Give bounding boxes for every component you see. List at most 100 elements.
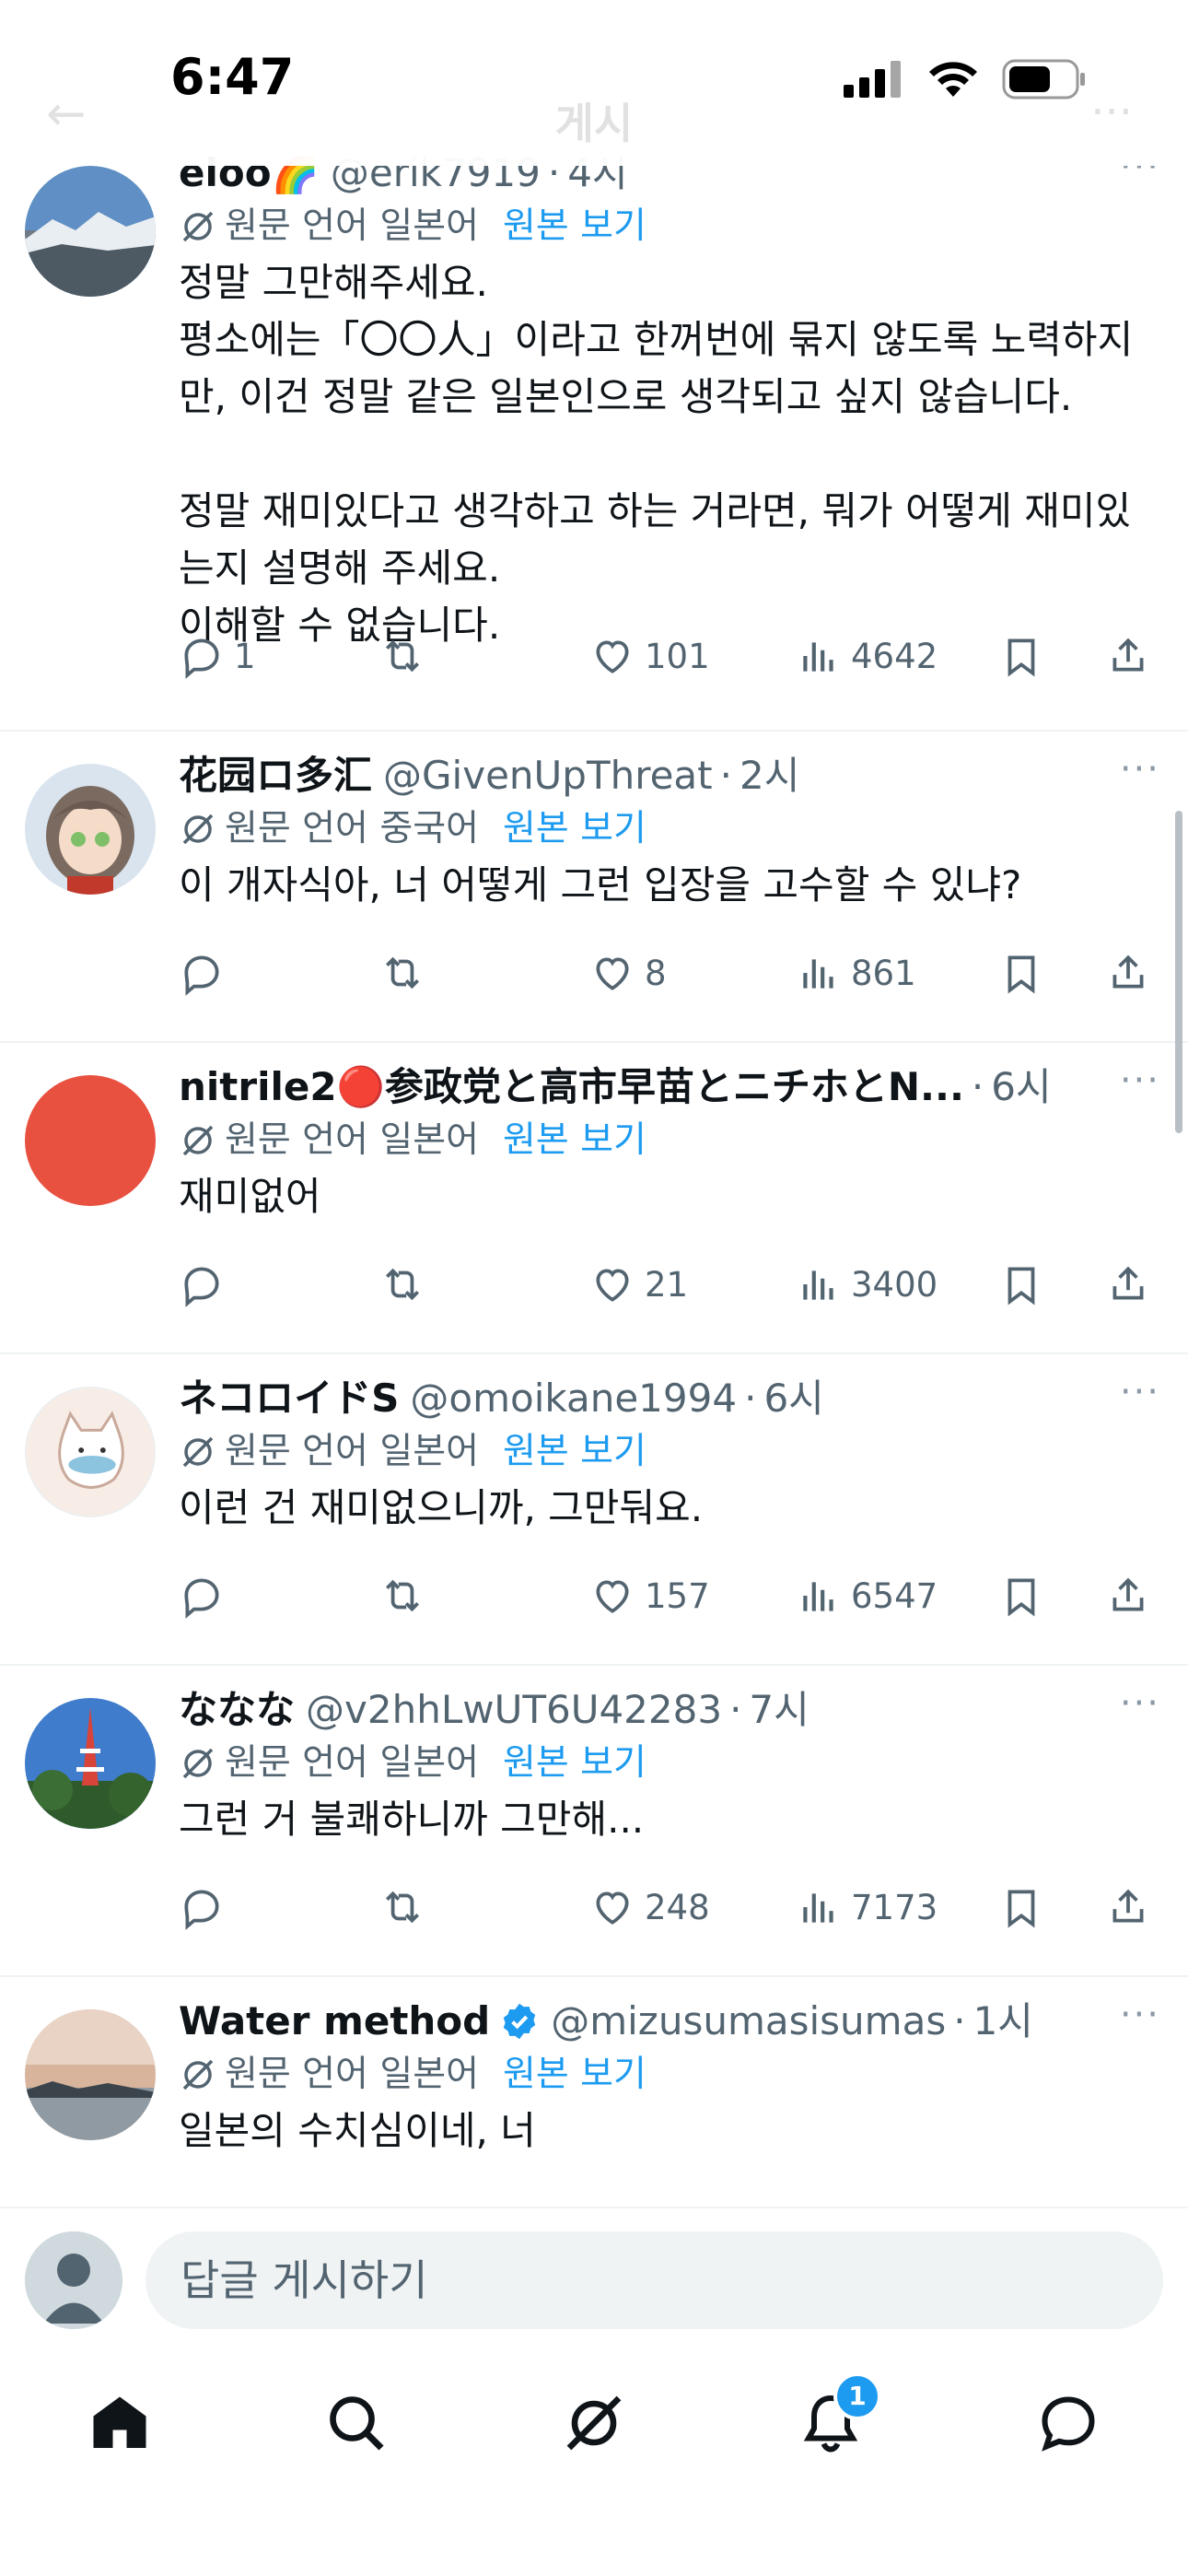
- post-more-icon[interactable]: ···: [1120, 1682, 1160, 1725]
- translation-prefix: 원문 언어: [225, 808, 368, 849]
- bookmark-button[interactable]: [998, 633, 1044, 679]
- reply-post[interactable]: Water method @mizusumasisumas · 1시 원문 언어…: [0, 1977, 1188, 2207]
- author-name[interactable]: nitrile2🔴参政党と高市早苗とニチホとN...: [179, 1061, 964, 1113]
- reply-feed[interactable]: eloo🌈 @erik7919 · 4시 원문 언어 일본어 원본 보기 정말 …: [0, 157, 1188, 2207]
- translate-icon: [182, 814, 214, 845]
- post-more-icon[interactable]: ···: [1120, 1060, 1160, 1102]
- reply-button[interactable]: 1: [179, 633, 256, 679]
- author-handle[interactable]: @omoikane1994: [410, 1373, 737, 1424]
- view-original-link[interactable]: 원본 보기: [503, 1424, 646, 1480]
- avatar[interactable]: [25, 1075, 156, 1206]
- tab-search[interactable]: [315, 2382, 398, 2465]
- avatar[interactable]: [25, 2009, 156, 2140]
- tab-home[interactable]: [78, 2382, 161, 2465]
- author-name[interactable]: ななな: [179, 1684, 295, 1736]
- share-button[interactable]: [1105, 1884, 1151, 1930]
- separator-dot: ·: [729, 1687, 742, 1732]
- avatar-image: [25, 764, 156, 895]
- view-original-link[interactable]: 원본 보기: [503, 1113, 646, 1168]
- bookmark-icon: [1007, 1267, 1035, 1306]
- reply-post[interactable]: eloo🌈 @erik7919 · 4시 원문 언어 일본어 원본 보기 정말 …: [0, 157, 1188, 732]
- tab-messages[interactable]: [1027, 2382, 1110, 2465]
- like-button[interactable]: 101: [589, 633, 710, 679]
- author-name[interactable]: Water method: [179, 1996, 490, 2047]
- author-name[interactable]: 花园ロ多汇: [179, 750, 372, 802]
- scrollbar[interactable]: [1175, 811, 1182, 1133]
- avatar[interactable]: [25, 764, 156, 895]
- view-original-link[interactable]: 원본 보기: [503, 2047, 646, 2102]
- source-language: 중국어: [379, 808, 479, 849]
- analytics-icon: [803, 1270, 833, 1300]
- views-button[interactable]: 6547: [796, 1573, 938, 1619]
- analytics-icon: [803, 1582, 833, 1611]
- views-button[interactable]: 7173: [796, 1884, 938, 1930]
- like-button[interactable]: 248: [589, 1884, 710, 1930]
- bookmark-button[interactable]: [998, 950, 1044, 996]
- share-button[interactable]: [1105, 1261, 1151, 1307]
- translate-icon: [182, 1436, 214, 1468]
- battery-icon: [1002, 59, 1085, 100]
- author-handle[interactable]: @v2hhLwUT6U42283: [306, 1684, 722, 1736]
- reply-button[interactable]: [179, 950, 234, 996]
- view-original-link[interactable]: 원본 보기: [503, 802, 646, 857]
- post-actions: 248 7173: [179, 1879, 1151, 1935]
- views-button[interactable]: 4642: [796, 633, 938, 679]
- share-button[interactable]: [1105, 633, 1151, 679]
- status-bar: ← 게시 ··· 6:47: [0, 0, 1188, 166]
- repost-button[interactable]: [379, 1884, 435, 1930]
- post-text: 정말 그만해주세요. 평소에는「〇〇人」이라고 한꺼번에 묶지 않도록 노력하지…: [179, 260, 1134, 648]
- post-actions: 157 6547: [179, 1568, 1151, 1623]
- author-name[interactable]: ネコロイドS: [179, 1373, 399, 1424]
- repost-button[interactable]: [379, 1573, 435, 1619]
- author-handle[interactable]: @GivenUpThreat: [383, 750, 713, 802]
- reply-post[interactable]: ネコロイドS @omoikane1994 · 6시 원문 언어 일본어 원본 보…: [0, 1354, 1188, 1666]
- reply-post[interactable]: 花园ロ多汇 @GivenUpThreat · 2시 원문 언어 중국어 원본 보…: [0, 732, 1188, 1043]
- share-button[interactable]: [1105, 1573, 1151, 1619]
- status-icons: [844, 59, 1087, 100]
- reply-post[interactable]: nitrile2🔴参政党と高市早苗とニチホとN... · 6시 원문 언어 일본…: [0, 1043, 1188, 1354]
- reply-input[interactable]: 답글 게시하기: [146, 2231, 1163, 2329]
- share-icon: [1112, 638, 1144, 672]
- like-button[interactable]: 21: [589, 1261, 688, 1307]
- grok-icon: [566, 2395, 622, 2451]
- translation-prefix: 원문 언어: [225, 1431, 368, 1472]
- source-language: 일본어: [379, 2054, 479, 2095]
- bookmark-button[interactable]: [998, 1884, 1044, 1930]
- post-text: 일본의 수치심이네, 너: [179, 2108, 536, 2153]
- post-more-icon[interactable]: ···: [1120, 1371, 1160, 1413]
- bookmark-button[interactable]: [998, 1261, 1044, 1307]
- tab-notifications[interactable]: 1: [789, 2372, 881, 2465]
- more-icon[interactable]: ···: [1090, 87, 1133, 138]
- like-button[interactable]: 157: [589, 1573, 710, 1619]
- tab-grok[interactable]: [553, 2382, 635, 2465]
- avatar[interactable]: [25, 1698, 156, 1829]
- post-time: 2시: [739, 753, 800, 798]
- like-button[interactable]: 8: [589, 950, 667, 996]
- reply-button[interactable]: [179, 1261, 234, 1307]
- translation-prefix: 원문 언어: [225, 2054, 368, 2095]
- view-original-link[interactable]: 원본 보기: [503, 199, 646, 254]
- view-original-link[interactable]: 원본 보기: [503, 1736, 646, 1791]
- avatar[interactable]: [25, 1387, 156, 1517]
- reply-button[interactable]: [179, 1573, 234, 1619]
- repost-button[interactable]: [379, 1261, 435, 1307]
- post-actions: 21 3400: [179, 1257, 1151, 1312]
- reply-icon: [184, 1890, 219, 1930]
- share-button[interactable]: [1105, 950, 1151, 996]
- post-more-icon[interactable]: ···: [1120, 748, 1160, 790]
- post-more-icon[interactable]: ···: [1120, 1994, 1160, 2036]
- author-handle[interactable]: @mizusumasisumas: [551, 1996, 946, 2047]
- repost-button[interactable]: [379, 950, 435, 996]
- repost-button[interactable]: [379, 633, 435, 679]
- avatar-image: [25, 2009, 156, 2140]
- translation-notice: 원문 언어 일본어 원본 보기: [179, 199, 1151, 254]
- views-button[interactable]: 861: [796, 950, 916, 996]
- reply-post[interactable]: ななな @v2hhLwUT6U42283 · 7시 원문 언어 일본어 원본 보…: [0, 1666, 1188, 1977]
- repost-icon: [386, 1891, 419, 1924]
- views-button[interactable]: 3400: [796, 1261, 938, 1307]
- bookmark-button[interactable]: [998, 1573, 1044, 1619]
- post-time: 7시: [749, 1687, 809, 1732]
- avatar[interactable]: [25, 166, 156, 297]
- my-avatar[interactable]: [25, 2231, 122, 2329]
- reply-button[interactable]: [179, 1884, 234, 1930]
